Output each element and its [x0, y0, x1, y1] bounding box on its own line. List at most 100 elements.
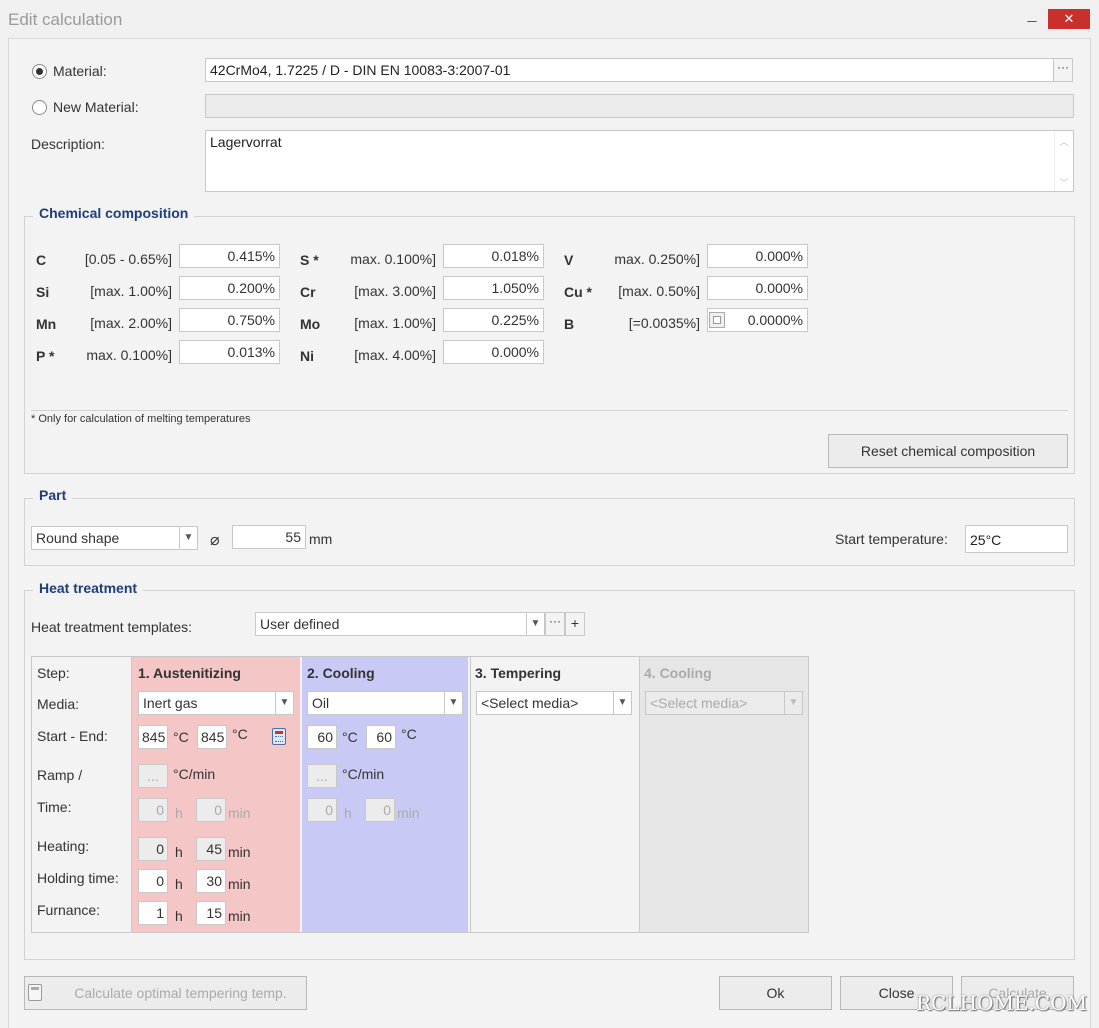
diameter-unit: mm	[309, 531, 333, 547]
step-1-title: 1. Austenitizing	[138, 665, 241, 681]
material-label: Material:	[53, 63, 107, 79]
step-4-media-select[interactable]: <Select media> ▼	[645, 691, 803, 715]
step-1-time-min-field[interactable]: 0	[196, 798, 226, 822]
description-field[interactable]: Lagervorrat	[205, 130, 1074, 192]
grid-divider	[131, 657, 132, 932]
ramp-unit: °C/min	[173, 766, 216, 782]
hours-unit: h	[175, 805, 183, 821]
new-material-field[interactable]	[205, 94, 1074, 118]
part-title: Part	[33, 487, 73, 503]
step-2-time-h-field[interactable]: 0	[307, 798, 337, 822]
minutes-unit: min	[228, 908, 251, 924]
element-symbol: Ni	[300, 348, 314, 364]
ok-button[interactable]: Ok	[719, 976, 832, 1010]
material-field[interactable]: 42CrMo4, 1.7225 / D - DIN EN 10083-3:200…	[205, 58, 1054, 82]
step-2-ramp-button[interactable]: ...	[307, 764, 337, 788]
reset-chemical-composition-button[interactable]: Reset chemical composition	[828, 434, 1068, 468]
step-2-title: 2. Cooling	[307, 665, 375, 681]
calculator-icon[interactable]	[272, 728, 286, 745]
step-1-ramp-button[interactable]: ...	[138, 764, 168, 788]
element-symbol: Mo	[300, 316, 321, 332]
element-value[interactable]: 0.415%	[179, 244, 280, 268]
chevron-down-icon[interactable]: ▼	[526, 613, 544, 635]
step-1-holding-min-field[interactable]: 30	[196, 869, 226, 893]
chevron-down-icon[interactable]: ▼	[179, 527, 197, 549]
chem-divider	[31, 410, 1068, 411]
step-1-furnace-h-field[interactable]: 1	[138, 901, 168, 925]
element-value[interactable]: 0.000%	[707, 276, 808, 300]
step-1-heating-min-field[interactable]: 45	[196, 837, 226, 861]
calculate-optimal-tempering-label: Calculate optimal tempering temp.	[74, 985, 287, 1001]
element-value[interactable]: 0.018%	[443, 244, 544, 268]
element-value[interactable]: 0.013%	[179, 340, 280, 364]
element-range: [max. 1.00%]	[90, 283, 172, 299]
element-value[interactable]: 0.750%	[179, 308, 280, 332]
diameter-field[interactable]: 55	[232, 525, 306, 549]
chevron-down-icon[interactable]: ▼	[275, 692, 293, 714]
step-1-end-field[interactable]: 845	[197, 725, 227, 749]
element-symbol: Mn	[36, 316, 57, 332]
element-range: [max. 0.50%]	[618, 283, 700, 299]
scroll-down-icon[interactable]: ﹀	[1055, 176, 1073, 189]
element-range: [=0.0035%]	[628, 315, 700, 331]
step-4-media-value: <Select media>	[650, 695, 748, 711]
element-symbol: B	[564, 316, 575, 332]
calculator-icon	[28, 984, 42, 1001]
step-1-furnace-min-field[interactable]: 15	[196, 901, 226, 925]
element-range: max. 0.100%]	[350, 251, 436, 267]
new-material-radio[interactable]	[32, 100, 47, 115]
element-value[interactable]: 0.225%	[443, 308, 544, 332]
template-browse-button[interactable]: ···	[545, 612, 565, 636]
step-2-media-select[interactable]: Oil ▼	[307, 691, 463, 715]
calculate-optimal-tempering-button[interactable]: Calculate optimal tempering temp.	[24, 976, 307, 1010]
boron-lock-checkbox[interactable]	[709, 312, 725, 328]
element-value[interactable]: 0.200%	[179, 276, 280, 300]
template-add-button[interactable]: +	[565, 612, 585, 636]
minutes-unit: min	[397, 805, 420, 821]
step-3-title: 3. Tempering	[475, 665, 562, 681]
chevron-down-icon[interactable]: ▼	[444, 692, 462, 714]
close-window-button[interactable]: ✕	[1048, 9, 1090, 29]
row-label-furnace: Furnance:	[37, 902, 101, 918]
step-1-time-h-field[interactable]: 0	[138, 798, 168, 822]
step-2-end-field[interactable]: 60	[366, 725, 396, 749]
step-1-heating-h-field[interactable]: 0	[138, 837, 168, 861]
step-1-media-select[interactable]: Inert gas ▼	[138, 691, 294, 715]
step-1-media-value: Inert gas	[143, 695, 198, 711]
celsius-unit: °C	[401, 726, 417, 742]
row-label-media: Media:	[37, 696, 80, 712]
row-label-start-end: Start - End:	[37, 728, 108, 744]
element-range: [0.05 - 0.65%]	[84, 251, 172, 267]
description-scrollbar[interactable]: ︿ ﹀	[1054, 131, 1073, 191]
footnote-text: * Only for calculation of melting temper…	[31, 413, 251, 425]
minutes-unit: min	[228, 876, 251, 892]
hours-unit: h	[175, 908, 183, 924]
start-temperature-field[interactable]: 25°C	[965, 525, 1068, 553]
ramp-unit: °C/min	[342, 766, 385, 782]
element-symbol: Cr	[300, 284, 316, 300]
row-label-ramp: Ramp /	[37, 767, 83, 783]
element-symbol: V	[564, 252, 574, 268]
template-select[interactable]: User defined ▼	[255, 612, 545, 636]
step-1-holding-h-field[interactable]: 0	[138, 869, 168, 893]
diameter-icon: ⌀	[210, 532, 220, 549]
step-3-media-select[interactable]: <Select media> ▼	[476, 691, 632, 715]
material-browse-button[interactable]: ···	[1053, 58, 1073, 82]
step-2-time-min-field[interactable]: 0	[365, 798, 395, 822]
minimize-button[interactable]: _	[1022, 7, 1042, 28]
scroll-up-icon[interactable]: ︿	[1055, 135, 1073, 148]
chevron-down-icon[interactable]: ▼	[784, 692, 802, 714]
step-2-start-field[interactable]: 60	[307, 725, 337, 749]
template-select-value: User defined	[260, 616, 340, 632]
material-radio[interactable]	[32, 64, 47, 79]
celsius-unit: °C	[232, 726, 248, 742]
element-value[interactable]: 0.000%	[443, 340, 544, 364]
hours-unit: h	[344, 805, 352, 821]
element-value[interactable]: 1.050%	[443, 276, 544, 300]
shape-select[interactable]: Round shape ▼	[31, 526, 198, 550]
step-1-start-field[interactable]: 845	[138, 725, 168, 749]
watermark: RCLHOME.COM	[916, 991, 1088, 1015]
chevron-down-icon[interactable]: ▼	[613, 692, 631, 714]
element-value[interactable]: 0.000%	[707, 244, 808, 268]
window-title: Edit calculation	[8, 10, 123, 29]
